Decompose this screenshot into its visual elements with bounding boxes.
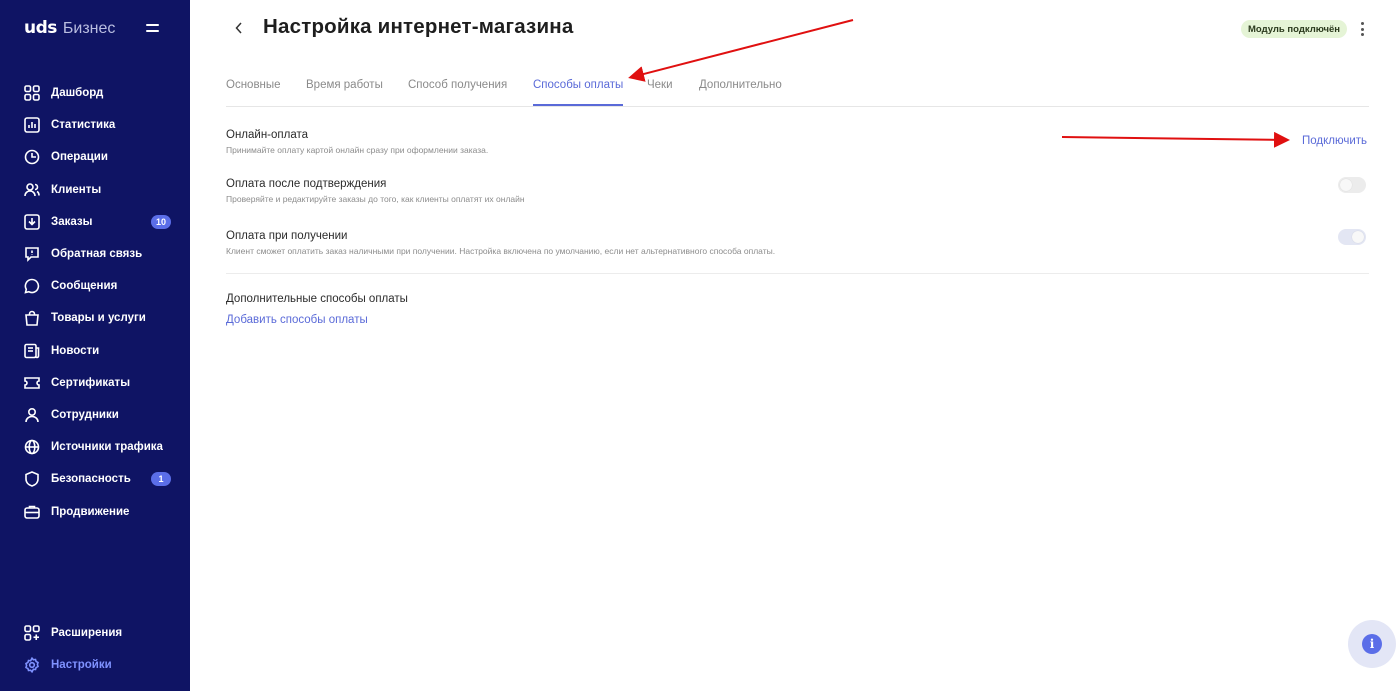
payment-after-confirm-description: Проверяйте и редактируйте заказы до того… bbox=[226, 194, 525, 204]
payment-on-receipt-toggle[interactable] bbox=[1338, 229, 1366, 245]
page-title: Настройка интернет-магазина bbox=[263, 15, 574, 38]
sidebar-item-label: Продвижение bbox=[51, 505, 130, 518]
section-divider bbox=[226, 273, 1369, 274]
payment-on-receipt-title: Оплата при получении bbox=[226, 230, 348, 242]
sidebar-item-security[interactable]: Безопасность 1 bbox=[0, 463, 190, 495]
sidebar-item-label: Товары и услуги bbox=[51, 312, 146, 325]
add-payment-methods-link[interactable]: Добавить способы оплаты bbox=[226, 314, 368, 326]
ticket-icon bbox=[23, 374, 41, 392]
tab-working-hours[interactable]: Время работы bbox=[306, 79, 383, 91]
sidebar-item-label: Обратная связь bbox=[51, 248, 143, 261]
orders-icon bbox=[23, 213, 41, 231]
sidebar-item-orders[interactable]: Заказы 10 bbox=[0, 206, 190, 238]
tab-delivery-method[interactable]: Способ получения bbox=[408, 79, 507, 91]
online-payment-title: Онлайн-оплата bbox=[226, 129, 309, 141]
sidebar-item-label: Сообщения bbox=[51, 280, 118, 293]
sidebar-item-label: Сертификаты bbox=[51, 376, 131, 389]
sidebar-item-statistics[interactable]: Статистика bbox=[0, 109, 190, 141]
bag-icon bbox=[23, 309, 41, 327]
dashboard-icon bbox=[23, 84, 41, 102]
sidebar-item-operations[interactable]: Операции bbox=[0, 141, 190, 173]
online-payment-description: Принимайте оплату картой онлайн сразу пр… bbox=[226, 145, 489, 155]
operations-icon bbox=[23, 148, 41, 166]
payment-on-receipt-description: Клиент сможет оплатить заказ наличными п… bbox=[226, 246, 776, 256]
sidebar-item-news[interactable]: Новости bbox=[0, 335, 190, 367]
sidebar-item-dashboard[interactable]: Дашборд bbox=[0, 77, 190, 109]
shield-icon bbox=[23, 470, 41, 488]
security-count-badge: 1 bbox=[151, 472, 171, 487]
sidebar-item-label: Источники трафика bbox=[51, 441, 163, 454]
sidebar-item-traffic[interactable]: Источники трафика bbox=[0, 431, 190, 463]
sidebar-item-certificates[interactable]: Сертификаты bbox=[0, 367, 190, 399]
payment-after-confirm-title: Оплата после подтверждения bbox=[226, 178, 387, 190]
help-button[interactable]: i bbox=[1348, 620, 1396, 668]
sidebar-item-label: Дашборд bbox=[51, 87, 104, 100]
orders-count-badge: 10 bbox=[150, 214, 171, 229]
sidebar-item-label: Заказы bbox=[51, 215, 93, 228]
extensions-icon bbox=[23, 624, 41, 642]
sidebar-item-extensions[interactable]: Расширения bbox=[0, 617, 190, 649]
employee-icon bbox=[23, 406, 41, 424]
sidebar-item-label: Безопасность bbox=[51, 473, 131, 486]
sidebar-item-employees[interactable]: Сотрудники bbox=[0, 399, 190, 431]
sidebar-item-label: Сотрудники bbox=[51, 408, 119, 421]
sidebar-nav: Дашборд Статистика Операции Клиенты Зака… bbox=[0, 77, 190, 528]
arrow-to-payment-tab bbox=[628, 19, 854, 82]
active-tab-indicator bbox=[533, 104, 623, 106]
users-icon bbox=[23, 181, 41, 199]
sidebar-item-goods[interactable]: Товары и услуги bbox=[0, 302, 190, 334]
info-icon: i bbox=[1362, 634, 1382, 654]
sidebar-item-label: Расширения bbox=[51, 627, 123, 640]
chat-icon bbox=[23, 277, 41, 295]
tab-payment-methods[interactable]: Способы оплаты bbox=[533, 79, 623, 91]
tab-additional[interactable]: Дополнительно bbox=[699, 79, 782, 91]
sidebar-item-label: Клиенты bbox=[51, 183, 102, 196]
tab-receipts[interactable]: Чеки bbox=[647, 79, 673, 91]
sidebar-item-messages[interactable]: Сообщения bbox=[0, 270, 190, 302]
sidebar-item-feedback[interactable]: Обратная связь bbox=[0, 238, 190, 270]
feedback-icon bbox=[23, 245, 41, 263]
sidebar-item-promotion[interactable]: Продвижение bbox=[0, 495, 190, 527]
brand-logo[interactable]: uds Бизнес bbox=[24, 18, 115, 38]
sidebar-item-label: Новости bbox=[51, 344, 100, 357]
globe-icon bbox=[23, 438, 41, 456]
menu-toggle-icon[interactable] bbox=[146, 24, 159, 34]
sidebar-item-label: Операции bbox=[51, 151, 108, 164]
more-menu-icon[interactable] bbox=[1355, 20, 1369, 38]
extra-payment-methods-title: Дополнительные способы оплаты bbox=[226, 293, 408, 305]
back-button[interactable] bbox=[232, 19, 246, 37]
arrow-to-connect-link bbox=[1061, 131, 1290, 148]
product-name: Бизнес bbox=[62, 20, 116, 37]
tab-bar: Основные Время работы Способ получения С… bbox=[226, 70, 1369, 107]
tab-general[interactable]: Основные bbox=[226, 79, 281, 91]
news-icon bbox=[23, 342, 41, 360]
gear-icon bbox=[23, 656, 41, 674]
sidebar-item-label: Статистика bbox=[51, 119, 116, 132]
sidebar-item-clients[interactable]: Клиенты bbox=[0, 174, 190, 206]
payment-after-confirm-toggle[interactable] bbox=[1338, 177, 1366, 193]
connect-online-payment-link[interactable]: Подключить bbox=[1302, 135, 1367, 147]
sidebar-item-label: Настройки bbox=[51, 659, 112, 672]
chevron-left-icon bbox=[235, 22, 242, 34]
sidebar-item-settings[interactable]: Настройки bbox=[0, 649, 190, 681]
chart-icon bbox=[23, 116, 41, 134]
status-badge: Модуль подключён bbox=[1241, 20, 1348, 38]
sidebar: uds Бизнес Дашборд Статистика Операции К… bbox=[0, 0, 190, 691]
sidebar-bottom-nav: Расширения Настройки bbox=[0, 617, 190, 681]
promotion-icon bbox=[23, 503, 41, 521]
logo-text: uds bbox=[24, 18, 57, 38]
